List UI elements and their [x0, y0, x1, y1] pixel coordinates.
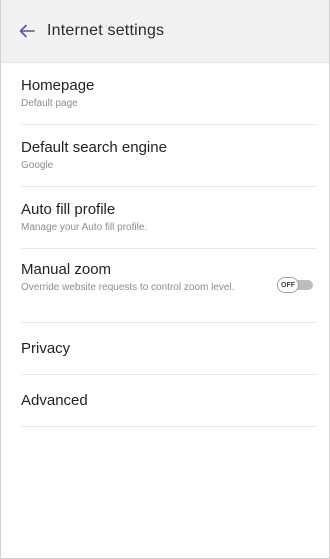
setting-auto-fill-profile-title: Auto fill profile [21, 201, 116, 218]
back-arrow-icon [19, 24, 35, 38]
setting-homepage[interactable]: Homepage Default page [21, 63, 317, 125]
page-title: Internet settings [47, 22, 165, 39]
setting-homepage-subtitle: Default page [21, 98, 78, 109]
settings-list: Homepage Default page Default search eng… [1, 63, 329, 427]
setting-advanced[interactable]: Advanced [21, 375, 317, 427]
toggle-thumb: OFF [277, 277, 299, 293]
setting-default-search-engine-title: Default search engine [21, 139, 167, 156]
setting-privacy-title: Privacy [21, 339, 71, 357]
setting-privacy[interactable]: Privacy [21, 323, 317, 375]
setting-manual-zoom-title: Manual zoom [21, 261, 112, 278]
setting-auto-fill-profile-subtitle: Manage your Auto fill profile. [21, 222, 148, 233]
app-bar: Internet settings [1, 0, 329, 63]
setting-default-search-engine-subtitle: Google [21, 160, 54, 171]
setting-default-search-engine[interactable]: Default search engine Google [21, 125, 317, 187]
setting-advanced-title: Advanced [21, 391, 88, 409]
setting-manual-zoom-subtitle: Override website requests to control zoo… [21, 282, 235, 293]
setting-homepage-title: Homepage [21, 77, 95, 94]
manual-zoom-toggle[interactable]: OFF [277, 277, 315, 293]
back-button[interactable] [7, 11, 47, 51]
setting-auto-fill-profile[interactable]: Auto fill profile Manage your Auto fill … [21, 187, 317, 249]
setting-manual-zoom[interactable]: Manual zoom Override website requests to… [21, 249, 317, 323]
settings-screen: Internet settings Homepage Default page … [0, 0, 330, 559]
